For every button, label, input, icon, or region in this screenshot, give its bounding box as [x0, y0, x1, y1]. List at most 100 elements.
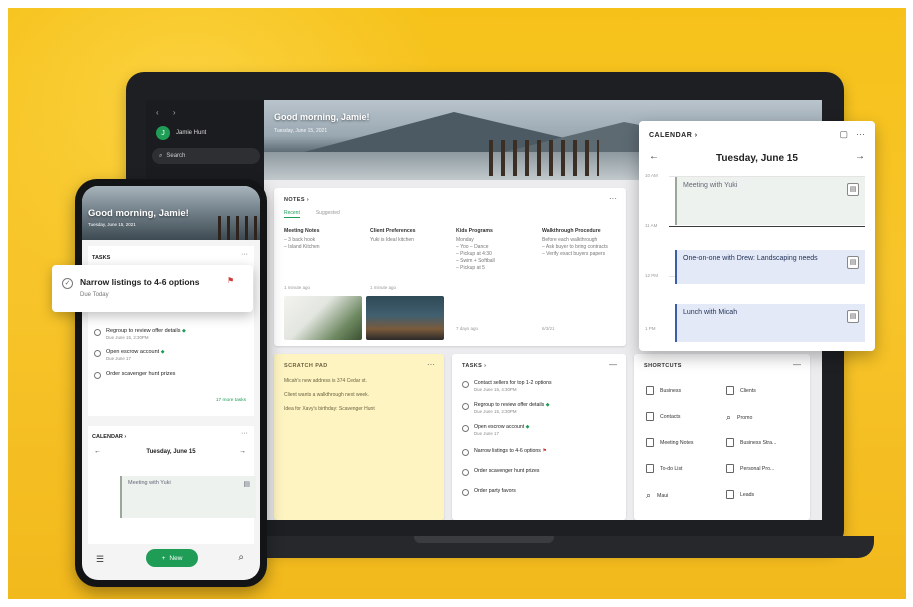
time-label: 11 AM [645, 223, 658, 228]
task-checkbox[interactable] [462, 381, 469, 388]
search-input[interactable]: ⌕ Search [152, 148, 260, 164]
task-row[interactable]: Contact sellers for top 1-2 options Due … [462, 380, 552, 392]
search-icon: ⌕ [646, 490, 652, 500]
note-icon[interactable]: ▤ [243, 480, 250, 488]
more-icon[interactable]: ··· [856, 129, 865, 140]
task-row[interactable]: Order scavenger hunt prizes [94, 371, 175, 379]
calendar-widget: CALENDAR › ▢ ··· ← Tuesday, June 15 → 10… [639, 121, 875, 351]
highlighted-task[interactable]: ✓ Narrow listings to 4-6 options ⚑ Due T… [52, 265, 253, 312]
task-checkbox[interactable] [94, 329, 101, 336]
note-title: Client Preferences [370, 228, 416, 234]
tab-recent[interactable]: Recent [284, 210, 300, 218]
more-icon[interactable]: ··· [427, 360, 435, 369]
calendar-event[interactable]: Lunch with Micah ▤ [675, 304, 865, 342]
notes-title[interactable]: NOTES › [284, 197, 309, 203]
task-row[interactable]: Open escrow account ◆ Due June 17 [94, 349, 165, 361]
more-icon[interactable]: ··· [241, 430, 248, 437]
shortcut-item[interactable]: Leads [726, 490, 754, 499]
calendar-event[interactable]: Meeting with Yuki ▤ [120, 476, 256, 518]
note-body: Monday – Yoo – Dance – Pickup at 4:30 – … [456, 237, 495, 271]
shortcut-item[interactable]: To-do List [646, 464, 683, 473]
scratch-title: SCRATCH PAD [284, 363, 328, 369]
task-title: Open escrow account ◆ [474, 424, 530, 430]
task-checkbox[interactable] [94, 350, 101, 357]
note-card[interactable]: Walkthrough Procedure Before each walkth… [542, 228, 616, 258]
arrow-right-icon[interactable]: → [239, 448, 246, 455]
minimize-icon[interactable]: — [793, 360, 801, 369]
tasks-title[interactable]: TASKS › [462, 363, 486, 369]
calendar-event[interactable]: One-on-one with Drew: Landscaping needs … [675, 250, 865, 284]
shortcut-item[interactable]: Contacts [646, 412, 680, 421]
calendar-actions: ▢ ··· [839, 129, 865, 140]
menu-icon[interactable]: ☰ [96, 554, 104, 565]
more-icon[interactable]: ··· [609, 194, 617, 203]
more-tasks-link[interactable]: 17 more tasks [216, 398, 246, 403]
search-label: Search [166, 153, 186, 159]
notebook-icon [726, 464, 734, 473]
shortcut-item[interactable]: Clients [726, 386, 756, 395]
event-title: Lunch with Micah [683, 309, 738, 316]
phone-calendar-title[interactable]: CALENDAR › [92, 434, 126, 440]
note-icon[interactable]: ▤ [847, 183, 859, 196]
task-checkbox[interactable] [462, 425, 469, 432]
task-title: Order party favors [474, 488, 516, 494]
task-checkbox[interactable] [462, 469, 469, 476]
shortcut-item[interactable]: Personal Pro... [726, 464, 774, 473]
task-row[interactable]: Order party favors [462, 488, 516, 496]
shortcut-item[interactable]: Meeting Notes [646, 438, 693, 447]
tab-suggested[interactable]: Suggested [316, 210, 340, 218]
phone-greeting: Good morning, Jamie! [88, 208, 189, 219]
calendar-title[interactable]: CALENDAR › [649, 132, 698, 139]
minimize-icon[interactable]: — [609, 360, 617, 369]
shortcut-item[interactable]: ⌕ Maui [646, 490, 668, 501]
task-row[interactable]: Open escrow account ◆ Due June 17 [462, 424, 530, 436]
shortcut-item[interactable]: ⌕ Promo [726, 412, 752, 423]
time-label: 12 PM [645, 273, 659, 278]
new-button[interactable]: + New [146, 549, 198, 567]
expand-icon[interactable]: ▢ [839, 129, 848, 140]
scratch-line: Client wants a walkthrough next week. [284, 392, 370, 398]
task-row[interactable]: Regroup to review offer details ◆ Due Ju… [462, 402, 550, 414]
hero-dock [489, 140, 599, 176]
notebook-icon [726, 438, 734, 447]
shortcut-item[interactable]: Business Stra... [726, 438, 776, 447]
check-icon[interactable]: ✓ [62, 278, 73, 289]
note-icon[interactable]: ▤ [847, 310, 859, 323]
task-title: Open escrow account ◆ [106, 349, 165, 355]
task-title: Regroup to review offer details ◆ [106, 328, 186, 334]
arrow-right-icon[interactable]: → [855, 151, 865, 162]
tasks-widget: TASKS › — Contact sellers for top 1-2 op… [452, 354, 626, 520]
phone-tasks-title[interactable]: TASKS [92, 255, 110, 261]
phone-screen: Good morning, Jamie! Tuesday, June 15, 2… [82, 186, 260, 580]
note-card[interactable]: Kids Programs Monday – Yoo – Dance – Pic… [456, 228, 530, 272]
plus-icon: + [161, 554, 166, 562]
event-title: Meeting with Yuki [683, 182, 738, 189]
notes-widget: NOTES › ··· Recent Suggested Meeting Not… [274, 188, 626, 346]
task-checkbox[interactable] [462, 489, 469, 496]
note-icon[interactable]: ▤ [847, 256, 859, 269]
scratch-pad-widget[interactable]: SCRATCH PAD ··· Micah's new address is 3… [274, 354, 444, 520]
avatar: J [156, 126, 170, 140]
task-row[interactable]: Narrow listings to 4-6 options ⚑ [462, 448, 547, 456]
note-title: Meeting Notes [284, 228, 320, 234]
scratch-line: Idea for Xavy's birthday: Scavenger Hunt [284, 406, 375, 412]
shortcuts-title: SHORTCUTS [644, 363, 682, 369]
task-row[interactable]: Order scavenger hunt prizes [462, 468, 539, 476]
calendar-event[interactable]: Meeting with Yuki ▤ [675, 177, 865, 225]
search-icon[interactable]: ⌕ [238, 552, 244, 563]
shortcut-item[interactable]: Business [646, 386, 681, 395]
note-meta: 7 days ago [456, 326, 479, 331]
nav-arrows[interactable]: ‹ › [156, 108, 182, 117]
search-icon: ⌕ [726, 412, 732, 422]
task-checkbox[interactable] [462, 449, 469, 456]
task-row[interactable]: Regroup to review offer details ◆ Due Ju… [94, 328, 186, 340]
tag-icon [726, 490, 734, 499]
user-menu[interactable]: J Jamie Hunt [156, 126, 206, 140]
task-checkbox[interactable] [462, 403, 469, 410]
more-icon[interactable]: ··· [241, 251, 248, 258]
note-card[interactable]: Meeting Notes – 3 back hook – Island Kit… [284, 228, 358, 251]
task-checkbox[interactable] [94, 372, 101, 379]
phone-greeting-date: Tuesday, June 15, 2021 [88, 222, 136, 227]
note-card[interactable]: Client Preferences Yuki is Ideal kitchen [370, 228, 444, 244]
note-title: Walkthrough Procedure [542, 228, 601, 234]
